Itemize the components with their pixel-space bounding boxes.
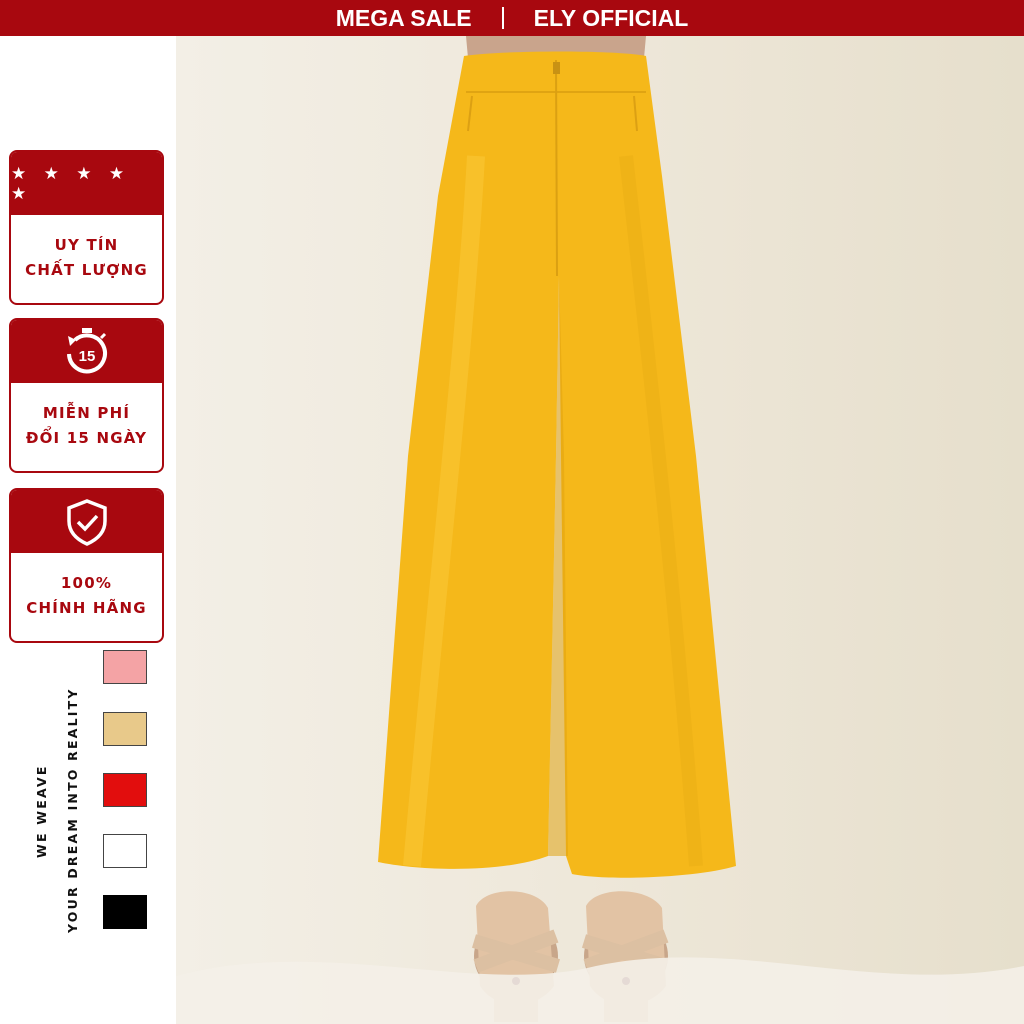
svg-text:15: 15 — [78, 348, 95, 365]
badge-exchange-text: MIỄN PHÍ ĐỔI 15 NGÀY — [11, 383, 162, 469]
tagline-line1: WE WEAVE — [34, 764, 49, 858]
swatch-white[interactable] — [103, 834, 147, 868]
swatch-pink[interactable] — [103, 650, 147, 684]
shield-check-icon — [66, 498, 107, 546]
swatch-red[interactable] — [103, 773, 147, 807]
badge-exchange-line2: ĐỔI 15 NGÀY — [25, 429, 148, 447]
badge-authentic-line1: 100% — [60, 574, 113, 592]
banner-divider — [501, 7, 504, 29]
banner-brand: ELY OFFICIAL — [533, 4, 689, 31]
badge-authentic: 100% CHÍNH HÃNG — [9, 488, 164, 643]
wide-leg-pants-illustration — [176, 36, 1024, 1024]
badge-quality: ★ ★ ★ ★ ★ UY TÍN CHẤT LƯỢNG — [9, 150, 164, 305]
badge-quality-text: UY TÍN CHẤT LƯỢNG — [11, 215, 162, 301]
badge-authentic-header — [11, 490, 162, 553]
badge-exchange-line1: MIỄN PHÍ — [42, 404, 131, 422]
left-sidebar: ★ ★ ★ ★ ★ UY TÍN CHẤT LƯỢNG 15 MIỄN PHÍ … — [0, 36, 176, 1024]
stopwatch-15-icon: 15 — [66, 327, 107, 373]
badge-authentic-text: 100% CHÍNH HÃNG — [11, 553, 162, 639]
badge-quality-header: ★ ★ ★ ★ ★ — [11, 152, 162, 215]
swatch-beige[interactable] — [103, 712, 147, 746]
badge-authentic-line2: CHÍNH HÃNG — [26, 599, 147, 617]
badge-free-exchange: 15 MIỄN PHÍ ĐỔI 15 NGÀY — [9, 318, 164, 473]
product-photo — [176, 36, 1024, 1024]
badge-quality-line2: CHẤT LƯỢNG — [25, 261, 148, 279]
badge-quality-line1: UY TÍN — [54, 236, 119, 254]
swatch-black[interactable] — [103, 895, 147, 929]
five-stars-icon: ★ ★ ★ ★ ★ — [11, 163, 131, 204]
top-banner: MEGA SALE ELY OFFICIAL — [0, 0, 1024, 36]
badge-exchange-header: 15 — [11, 320, 162, 383]
banner-mega-sale: MEGA SALE — [335, 4, 472, 31]
tagline-line2: YOUR DREAM INTO REALITY — [65, 687, 80, 933]
